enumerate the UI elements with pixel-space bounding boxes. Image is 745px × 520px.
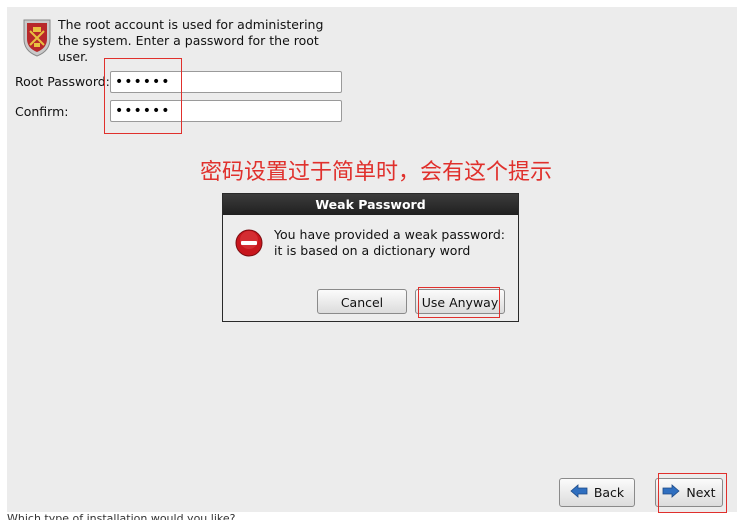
arrow-left-icon xyxy=(570,484,588,501)
cut-off-caption: Which type of installation would you lik… xyxy=(7,512,236,520)
cancel-button[interactable]: Cancel xyxy=(317,289,407,314)
next-button-label: Next xyxy=(686,485,716,500)
crest-shield-icon xyxy=(22,17,52,57)
next-button[interactable]: Next xyxy=(655,478,723,507)
confirm-password-input[interactable] xyxy=(110,100,342,122)
root-password-input[interactable] xyxy=(110,71,342,93)
annotation-text: 密码设置过于简单时，会有这个提示 xyxy=(200,160,553,185)
installer-panel: The root account is used for administeri… xyxy=(7,7,737,513)
use-anyway-button[interactable]: Use Anyway xyxy=(415,289,505,314)
password-highlight-box xyxy=(104,58,182,134)
arrow-right-icon xyxy=(662,484,681,501)
intro-section: The root account is used for administeri… xyxy=(22,17,332,67)
dialog-message: You have provided a weak password: it is… xyxy=(274,227,505,258)
cancel-button-label: Cancel xyxy=(340,294,384,310)
weak-password-dialog: Weak Password You have provided a weak p… xyxy=(222,193,519,322)
error-icon xyxy=(235,229,263,257)
back-button[interactable]: Back xyxy=(559,478,635,507)
back-button-label: Back xyxy=(593,485,625,500)
confirm-password-label: Confirm: xyxy=(15,104,69,119)
intro-text: The root account is used for administeri… xyxy=(58,17,324,64)
dialog-title: Weak Password xyxy=(223,194,518,215)
root-password-label: Root Password: xyxy=(15,74,110,89)
use-anyway-button-label: Use Anyway xyxy=(421,294,499,310)
